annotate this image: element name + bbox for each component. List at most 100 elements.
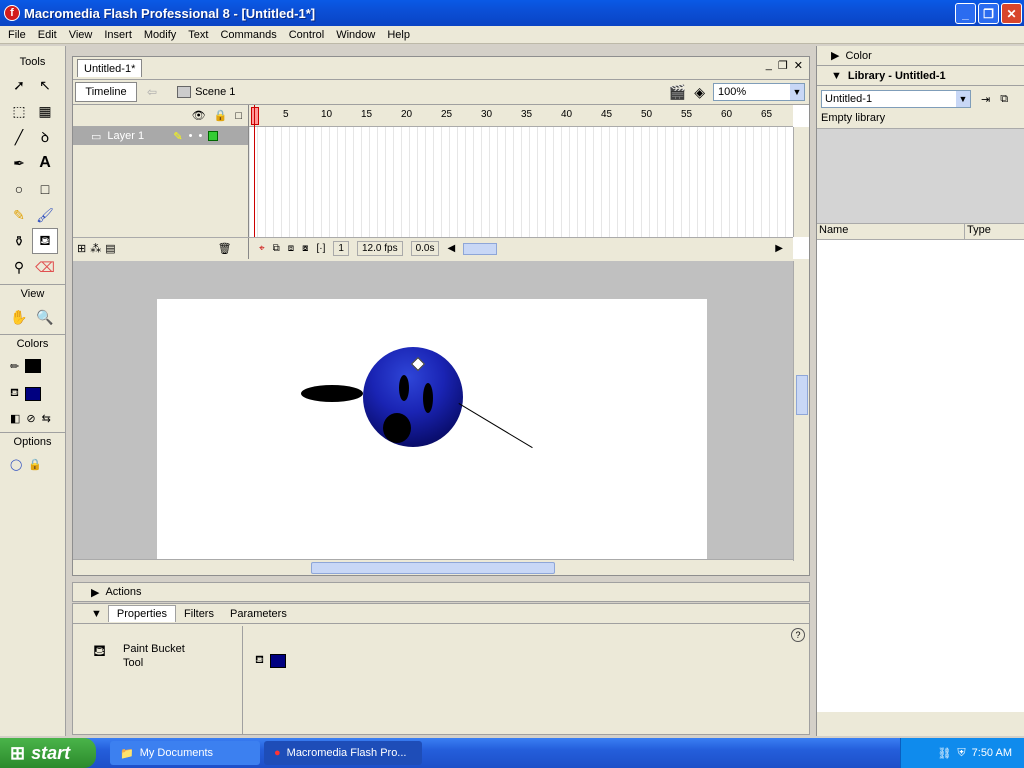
no-color-icon[interactable]: ⊘ <box>26 412 35 425</box>
menu-help[interactable]: Help <box>381 29 416 41</box>
fill-color-swatch[interactable] <box>25 387 41 401</box>
frame-ruler[interactable]: 1 5 10 15 20 25 30 35 40 45 50 55 60 65 <box>249 105 793 127</box>
tab-parameters[interactable]: Parameters <box>222 606 295 622</box>
help-icon[interactable]: ? <box>791 628 805 642</box>
library-panel-header[interactable]: ▼ Library - Untitled-1 <box>817 66 1024 86</box>
menu-insert[interactable]: Insert <box>98 29 138 41</box>
zoom-tool-icon[interactable]: 🔍 <box>32 304 58 330</box>
onion-skin-icon[interactable]: ⧉ <box>273 243 280 254</box>
edit-multiple-frames-icon[interactable]: ⧇ <box>302 243 308 254</box>
pen-tool-icon[interactable]: ✒ <box>6 150 32 176</box>
ink-bottle-tool-icon[interactable]: ⚱ <box>6 228 32 254</box>
pencil-tool-icon[interactable]: ✎ <box>6 202 32 228</box>
eye-icon[interactable]: 👁 <box>192 109 206 122</box>
layer-row[interactable]: ▭ Layer 1 ✎ • • <box>73 127 248 145</box>
insert-layer-icon[interactable]: ⊞ <box>77 242 86 255</box>
new-library-panel-icon[interactable]: ⧉ <box>1000 93 1008 106</box>
paint-bucket-tool-icon[interactable]: ⛾ <box>32 228 58 254</box>
playhead-handle[interactable] <box>251 107 259 125</box>
blue-ball-shape[interactable] <box>363 347 463 447</box>
edit-symbols-icon[interactable]: ◈ <box>694 84 705 101</box>
color-panel-header[interactable]: ▶ Color <box>817 46 1024 66</box>
scroll-left-icon[interactable]: ◀ <box>447 243 455 254</box>
expand-arrow-icon[interactable]: ▶ <box>91 586 99 599</box>
chevron-down-icon[interactable]: ▼ <box>956 91 970 107</box>
start-button[interactable]: ⊞ start <box>0 738 96 768</box>
modify-onion-markers-icon[interactable]: [·] <box>317 243 326 254</box>
doc-minimize-icon[interactable]: _ <box>766 59 772 72</box>
black-oval-shape[interactable] <box>301 385 363 402</box>
close-button[interactable]: ✕ <box>1001 3 1022 24</box>
selection-tool-icon[interactable]: ➚ <box>6 72 32 98</box>
doc-restore-icon[interactable]: ❐ <box>778 59 788 72</box>
menu-edit[interactable]: Edit <box>32 29 63 41</box>
stage[interactable] <box>157 299 707 561</box>
subselection-tool-icon[interactable]: ↖ <box>32 72 58 98</box>
line-tool-icon[interactable]: ╱ <box>6 124 32 150</box>
tab-filters[interactable]: Filters <box>176 606 222 622</box>
zoom-select[interactable]: 100% ▼ <box>713 83 805 101</box>
gradient-transform-tool-icon[interactable]: ▦ <box>32 98 58 124</box>
lasso-tool-icon[interactable]: ꝺ <box>32 124 58 150</box>
timeline-hscroll-thumb[interactable] <box>463 242 498 255</box>
brush-tool-icon[interactable]: 🖌 <box>32 202 58 228</box>
lock-icon[interactable]: 🔒 <box>214 109 228 122</box>
menu-commands[interactable]: Commands <box>214 29 282 41</box>
eyedropper-tool-icon[interactable]: ⚲ <box>6 254 32 280</box>
collapse-arrow-icon[interactable]: ▼ <box>831 70 842 82</box>
center-frame-icon[interactable]: ⌖ <box>259 243 265 254</box>
delete-layer-icon[interactable]: 🗑 <box>218 242 232 255</box>
scroll-right-icon[interactable]: ▶ <box>775 243 783 254</box>
actions-panel-header[interactable]: ▶ Actions <box>72 582 810 602</box>
fill-color-property-swatch[interactable] <box>270 654 286 668</box>
line-shape[interactable] <box>458 403 533 449</box>
stage-hscroll[interactable] <box>73 559 793 575</box>
eraser-tool-icon[interactable]: ⌫ <box>32 254 58 280</box>
menu-text[interactable]: Text <box>182 29 214 41</box>
pin-library-icon[interactable]: ⇥ <box>981 93 990 106</box>
expand-arrow-icon[interactable]: ▶ <box>831 49 839 62</box>
text-tool-icon[interactable]: A <box>32 150 58 176</box>
name-column-header[interactable]: Name <box>817 224 965 239</box>
security-icon[interactable]: ⛨ <box>957 747 965 760</box>
outline-icon[interactable]: □ <box>235 110 242 122</box>
swap-colors-icon[interactable]: ⇆ <box>42 412 51 425</box>
edit-scene-icon[interactable]: 🎬 <box>669 84 686 101</box>
collapse-arrow-icon[interactable]: ▼ <box>91 608 102 620</box>
outline-color-icon[interactable] <box>208 131 219 141</box>
menu-window[interactable]: Window <box>330 29 381 41</box>
add-motion-guide-icon[interactable]: ⁂ <box>90 242 101 255</box>
menu-control[interactable]: Control <box>283 29 330 41</box>
stage-hscroll-thumb[interactable] <box>311 562 555 574</box>
onion-outline-icon[interactable]: ⧈ <box>288 243 294 254</box>
insert-folder-icon[interactable]: ▤ <box>105 242 115 255</box>
hand-tool-icon[interactable]: ✋ <box>6 304 32 330</box>
timeline-button[interactable]: Timeline <box>75 82 137 102</box>
type-column-header[interactable]: Type <box>965 224 1011 239</box>
pasteboard[interactable] <box>73 261 795 561</box>
free-transform-tool-icon[interactable]: ⬚ <box>6 98 32 124</box>
restore-button[interactable]: ❐ <box>978 3 999 24</box>
minimize-button[interactable]: _ <box>955 3 976 24</box>
stage-vscroll-thumb[interactable] <box>796 375 808 415</box>
library-list[interactable] <box>817 240 1024 712</box>
black-white-icon[interactable]: ◧ <box>10 412 20 425</box>
document-tab[interactable]: Untitled-1* <box>77 59 143 77</box>
menu-modify[interactable]: Modify <box>138 29 182 41</box>
frames-area[interactable]: 1 5 10 15 20 25 30 35 40 45 50 55 60 65 … <box>249 105 793 259</box>
library-document-select[interactable]: Untitled-1 ▼ <box>821 90 971 108</box>
menu-file[interactable]: File <box>2 29 32 41</box>
rectangle-tool-icon[interactable]: □ <box>32 176 58 202</box>
oval-tool-icon[interactable]: ○ <box>6 176 32 202</box>
visibility-dot-icon[interactable]: • <box>189 130 193 142</box>
chevron-down-icon[interactable]: ▼ <box>790 84 804 100</box>
taskbar-flash[interactable]: ● Macromedia Flash Pro... <box>264 741 422 765</box>
timeline-vscroll[interactable] <box>793 127 809 237</box>
back-arrow-icon[interactable]: ⇦ <box>147 85 157 99</box>
frame-rate[interactable]: 12.0 fps <box>356 241 403 256</box>
clock[interactable]: 7:50 AM <box>972 747 1012 759</box>
stroke-color-swatch[interactable] <box>25 359 42 373</box>
network-icon[interactable]: ⛓ <box>937 747 951 760</box>
doc-close-icon[interactable]: ✕ <box>794 59 803 72</box>
tab-properties[interactable]: Properties <box>107 605 177 622</box>
